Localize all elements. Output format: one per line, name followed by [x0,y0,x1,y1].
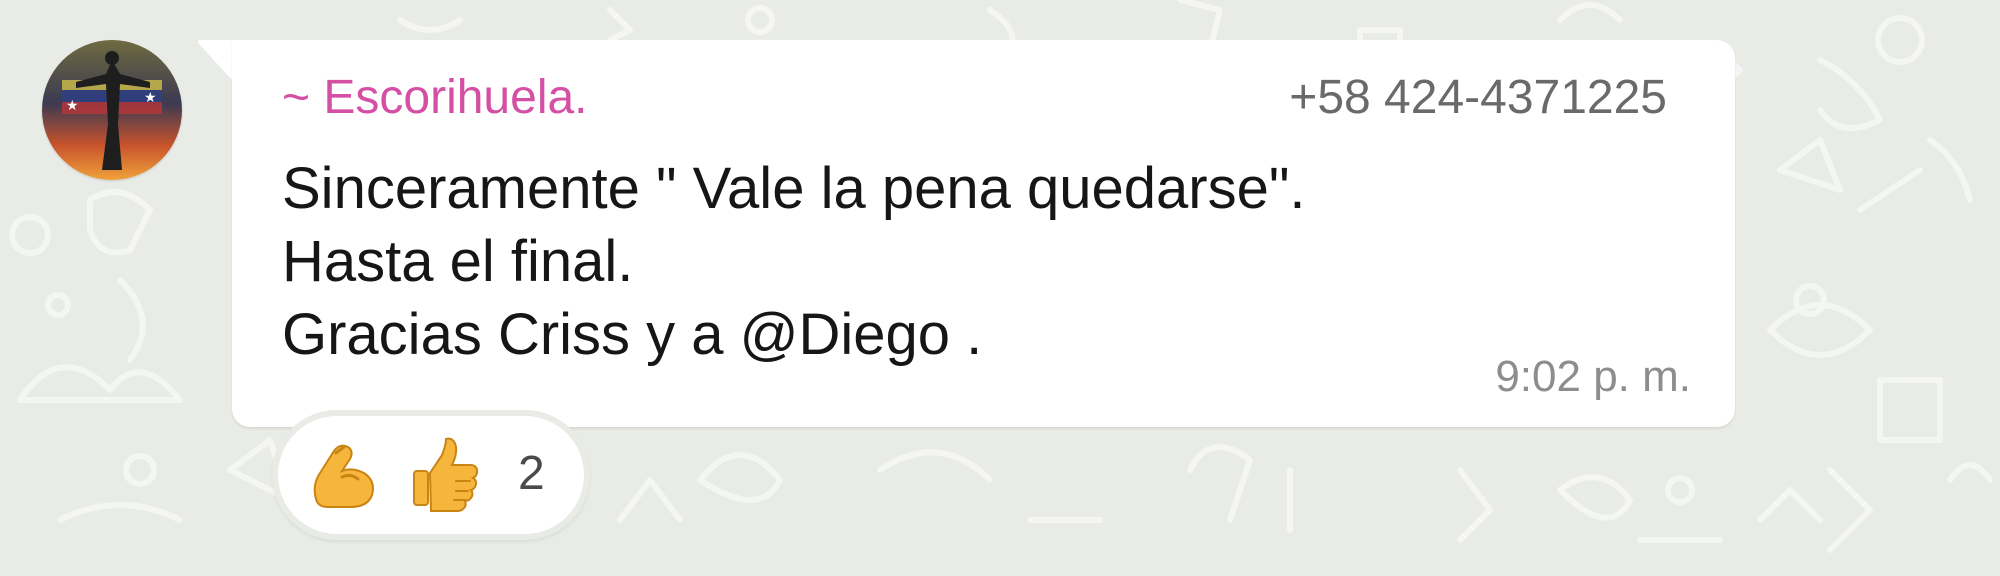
message-line: Sinceramente " Vale la pena quedarse". [282,156,1306,221]
message-bubble[interactable]: ~ Escorihuela. +58 424-4371225 Sincerame… [232,40,1735,427]
message-line: Gracias Criss y a @Diego . [282,302,983,367]
flexed-biceps-icon [306,437,382,513]
message-text: Sinceramente " Vale la pena quedarse". H… [282,152,1306,371]
reactions-pill[interactable]: 2 [278,416,584,534]
svg-text:★: ★ [66,97,79,113]
message-timestamp: 9:02 p. m. [1495,352,1691,401]
svg-text:★: ★ [144,89,157,105]
sender-avatar[interactable]: ★ ★ [42,40,182,180]
sender-phone: +58 424-4371225 [1289,71,1667,124]
thumbs-up-icon [406,437,482,513]
message-line: Hasta el final. [282,229,634,294]
reaction-count: 2 [518,447,545,500]
sender-avatar-image: ★ ★ [42,40,182,180]
sender-name[interactable]: ~ Escorihuela. [282,70,588,125]
